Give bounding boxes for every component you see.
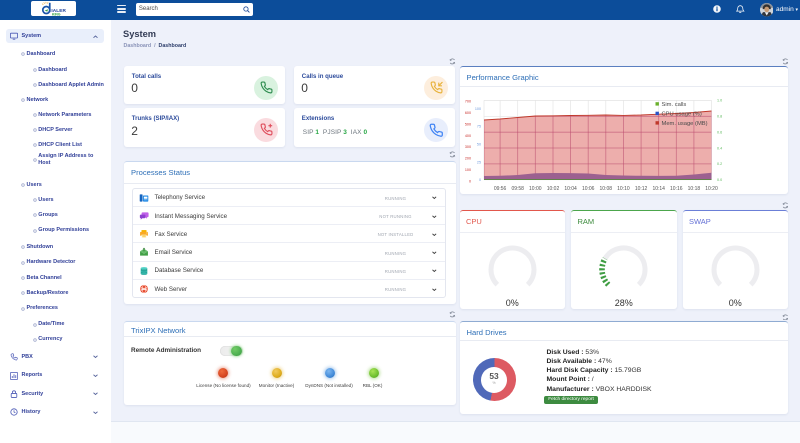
svg-text:10:14: 10:14 xyxy=(652,186,665,192)
svg-text:10:06: 10:06 xyxy=(581,186,594,192)
svg-text:0.8: 0.8 xyxy=(717,114,722,118)
svg-text:Sim. calls: Sim. calls xyxy=(661,102,686,108)
svg-text:10:20: 10:20 xyxy=(705,186,718,192)
svg-text:0.4: 0.4 xyxy=(717,146,722,150)
svg-text:KING: KING xyxy=(52,12,61,16)
svg-text:10:10: 10:10 xyxy=(617,186,630,192)
svg-text:700: 700 xyxy=(464,99,470,103)
svg-text:0.2: 0.2 xyxy=(717,162,722,166)
svg-text:10:08: 10:08 xyxy=(599,186,612,192)
svg-text:09:58: 09:58 xyxy=(511,186,524,192)
svg-text:CPU usage (%): CPU usage (%) xyxy=(661,111,701,117)
svg-text:10:18: 10:18 xyxy=(687,186,700,192)
svg-text:200: 200 xyxy=(464,156,470,160)
svg-text:75: 75 xyxy=(476,124,480,128)
svg-text:1.0: 1.0 xyxy=(717,98,722,102)
svg-text:Mem. usage (MB): Mem. usage (MB) xyxy=(661,121,707,127)
svg-text:0.6: 0.6 xyxy=(717,130,722,134)
svg-text:400: 400 xyxy=(464,133,470,137)
svg-text:10:00: 10:00 xyxy=(529,186,542,192)
svg-text:25: 25 xyxy=(476,160,480,164)
svg-text:0: 0 xyxy=(478,178,480,182)
svg-text:300: 300 xyxy=(464,145,470,149)
svg-text:10:12: 10:12 xyxy=(634,186,647,192)
svg-text:100: 100 xyxy=(464,168,470,172)
svg-text:600: 600 xyxy=(464,110,470,114)
svg-text:www: www xyxy=(141,288,147,291)
svg-text:50: 50 xyxy=(476,142,480,146)
svg-text:0.0: 0.0 xyxy=(717,178,722,182)
svg-text:500: 500 xyxy=(464,122,470,126)
svg-text:10:16: 10:16 xyxy=(670,186,683,192)
svg-text:100: 100 xyxy=(474,106,480,110)
svg-text:10:04: 10:04 xyxy=(564,186,577,192)
svg-text:0: 0 xyxy=(468,179,470,183)
svg-text:09:56: 09:56 xyxy=(493,186,506,192)
svg-text:10:02: 10:02 xyxy=(546,186,559,192)
